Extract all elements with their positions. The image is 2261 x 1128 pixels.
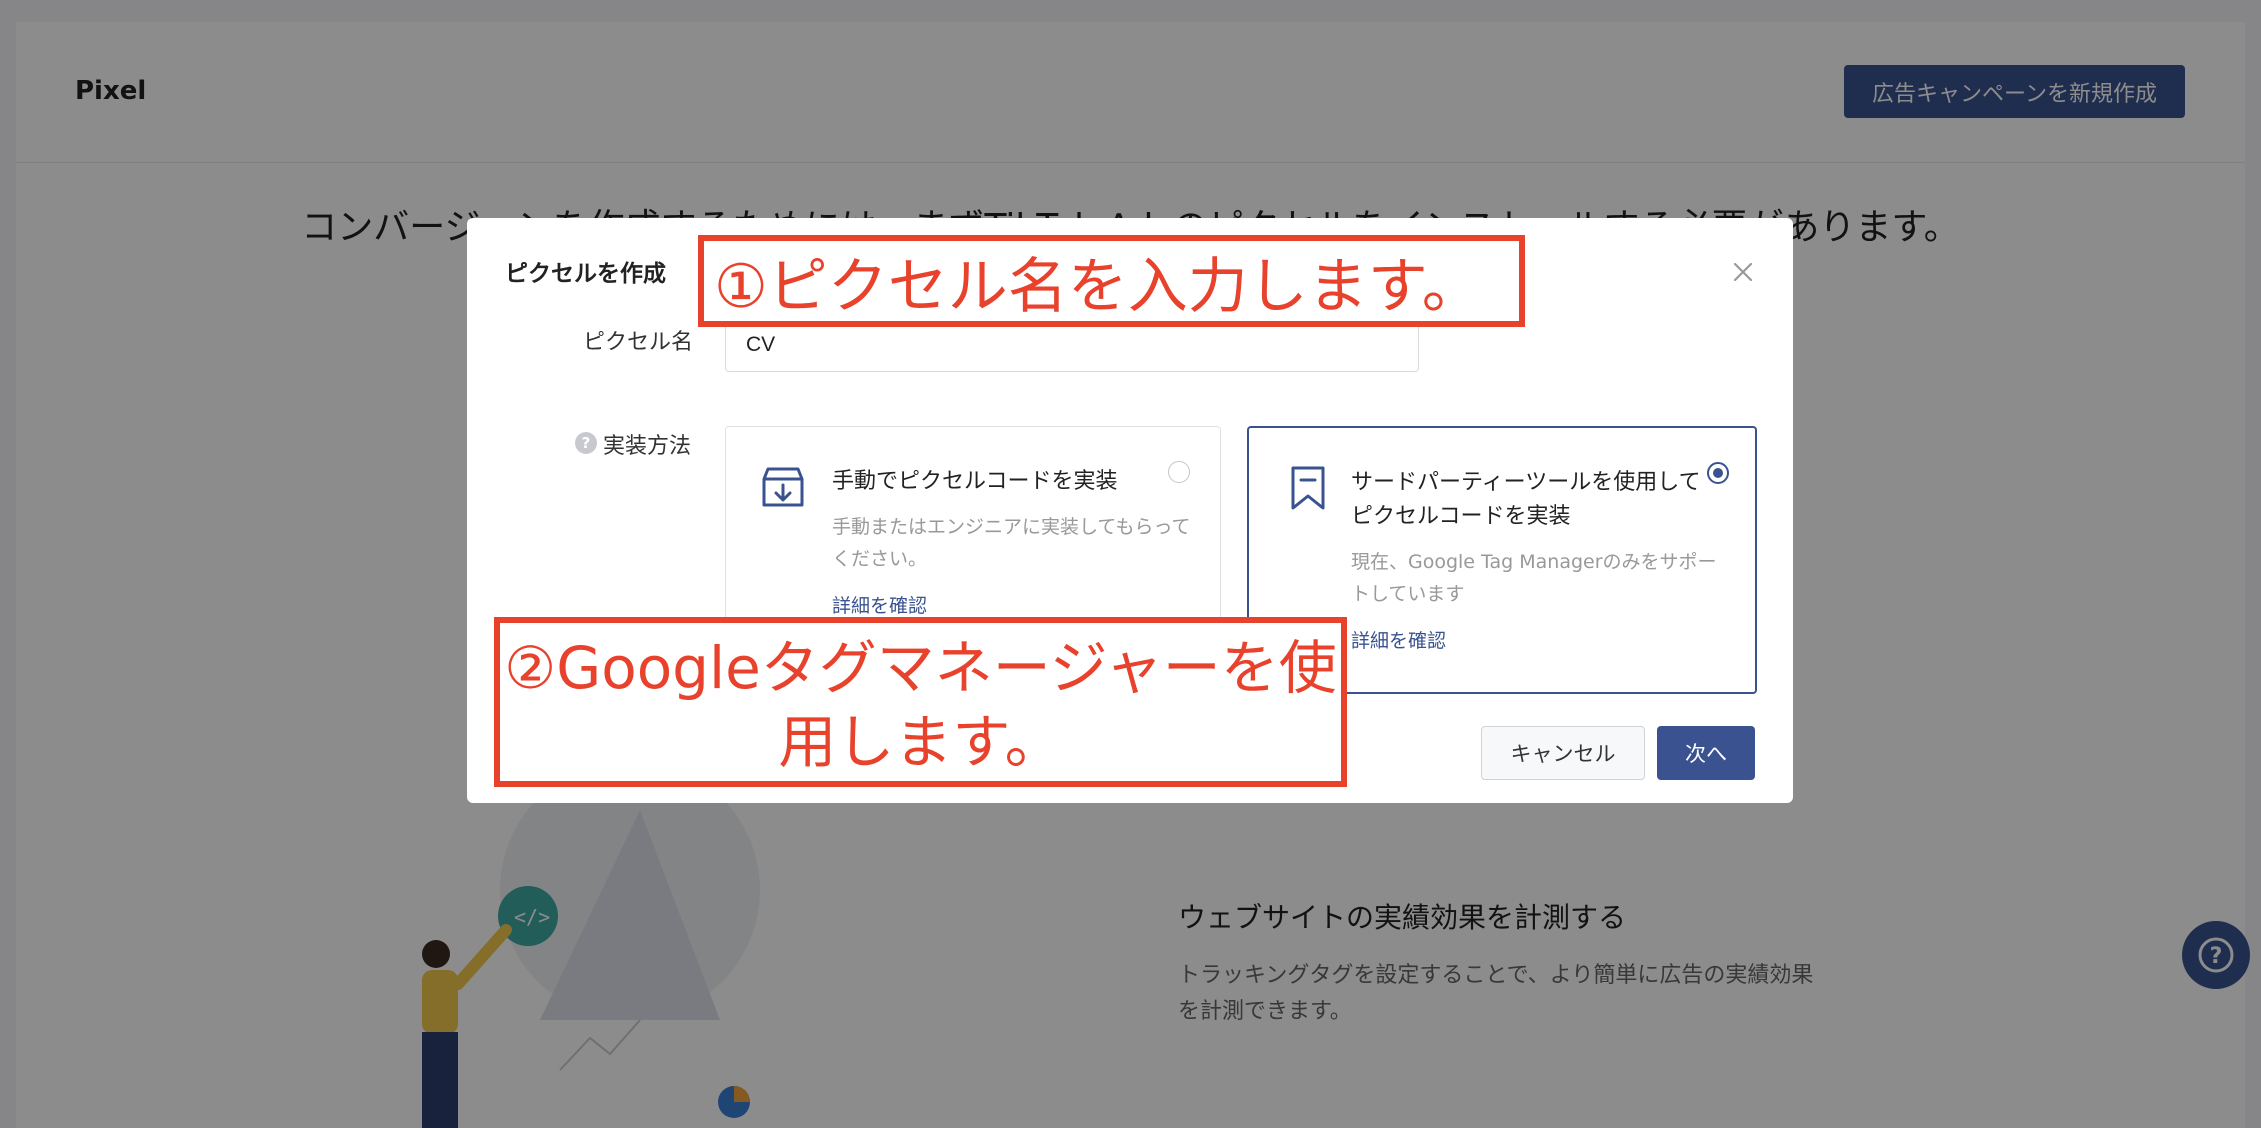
modal-title: ピクセルを作成 (505, 261, 666, 287)
annotation-step1: ①ピクセル名を入力します。 (698, 235, 1525, 327)
pixel-name-label: ピクセル名 (582, 330, 693, 355)
bookmark-icon (1291, 466, 1325, 510)
annotation-step2: ②Googleタグマネージャーを使用します。 (494, 617, 1347, 787)
option-third-party-title: サードパーティーツールを使用してピクセルコードを実装 (1351, 470, 1701, 529)
option-third-party-radio[interactable] (1707, 462, 1729, 484)
cancel-button[interactable]: キャンセル (1481, 726, 1645, 780)
next-button[interactable]: 次へ (1657, 726, 1755, 780)
method-label: 実装方法 (603, 434, 692, 459)
option-manual-radio[interactable] (1168, 461, 1190, 483)
option-third-party-link[interactable]: 詳細を確認 (1351, 626, 1446, 653)
option-manual-desc: 手動またはエンジニアに実装してもらってください。 (832, 516, 1191, 570)
option-manual-link[interactable]: 詳細を確認 (832, 591, 927, 618)
option-third-party-desc: 現在、Google Tag Managerのみをサポートしています (1351, 551, 1717, 605)
download-box-icon (762, 467, 804, 507)
option-manual-title: 手動でピクセルコードを実装 (832, 469, 1118, 494)
close-icon[interactable] (1729, 258, 1757, 286)
help-icon[interactable]: ? (575, 432, 597, 454)
